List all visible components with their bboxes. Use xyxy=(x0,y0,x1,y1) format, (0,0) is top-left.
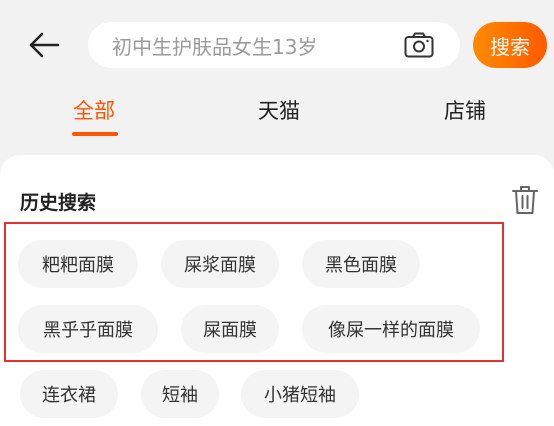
history-chip[interactable]: 连衣裙 xyxy=(20,370,118,418)
history-chip[interactable]: 短袖 xyxy=(141,370,219,418)
back-arrow-icon[interactable] xyxy=(26,28,62,62)
search-page: 初中生护肤品女生13岁 搜索 全部 天猫 店铺 历史搜索 粑粑面膜 屎浆面膜 黑… xyxy=(0,0,554,426)
tab-active-indicator xyxy=(72,132,118,136)
trash-icon-svg xyxy=(512,186,538,214)
history-chip[interactable]: 小猪短袖 xyxy=(241,370,359,418)
search-input[interactable]: 初中生护肤品女生13岁 xyxy=(88,22,460,68)
tab-tmall[interactable]: 天猫 xyxy=(258,95,300,125)
search-placeholder: 初中生护肤品女生13岁 xyxy=(112,34,318,59)
camera-icon-svg xyxy=(404,32,434,58)
search-button[interactable]: 搜索 xyxy=(473,22,547,68)
highlight-box xyxy=(4,222,504,362)
back-arrow-icon-svg xyxy=(29,32,60,58)
camera-icon[interactable] xyxy=(404,32,434,58)
tab-all[interactable]: 全部 xyxy=(73,95,115,125)
tab-shops[interactable]: 店铺 xyxy=(444,95,486,125)
history-title: 历史搜索 xyxy=(20,192,97,214)
trash-icon[interactable] xyxy=(510,184,540,216)
